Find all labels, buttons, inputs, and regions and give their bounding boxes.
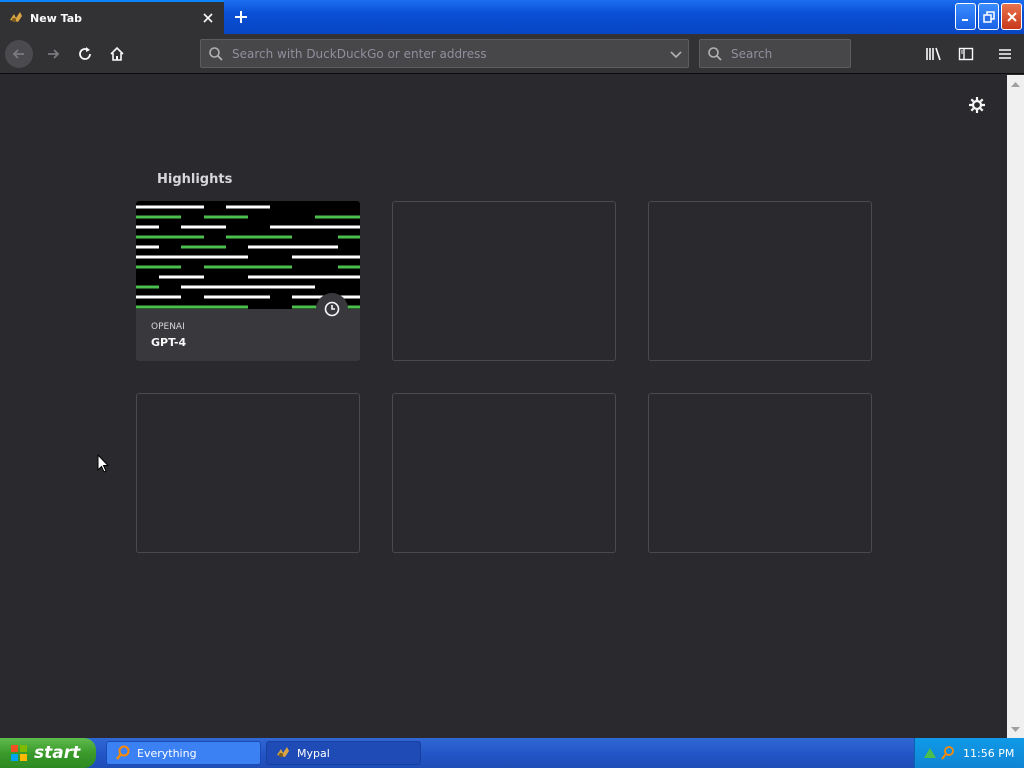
highlight-card[interactable]: OPENAI GPT-4 — [136, 201, 360, 361]
taskbar-item-mypal[interactable]: Mypal — [266, 741, 421, 765]
start-button[interactable]: start — [0, 738, 96, 768]
vertical-scrollbar[interactable] — [1007, 75, 1024, 738]
new-tab-button[interactable] — [228, 4, 254, 30]
minimize-icon — [961, 18, 968, 21]
sidebar-toggle-button[interactable] — [952, 40, 980, 68]
highlights-title: Highlights — [157, 172, 233, 187]
newtab-page: Highlights OPENAI GPT-4 — [0, 75, 1007, 738]
library-icon — [926, 47, 941, 61]
clock: 11:56 PM — [963, 746, 1015, 760]
home-icon — [110, 46, 124, 61]
forward-button[interactable] — [39, 40, 67, 68]
magnifier-icon — [115, 745, 131, 761]
window-controls — [955, 3, 1022, 30]
reload-icon — [79, 47, 91, 60]
restore-icon — [982, 10, 995, 23]
address-input[interactable] — [232, 46, 664, 61]
scroll-up-icon[interactable] — [1007, 75, 1024, 92]
clock-icon — [316, 293, 348, 325]
gear-icon[interactable] — [966, 94, 988, 116]
search-icon — [208, 46, 226, 62]
arrow-left-icon — [12, 49, 24, 59]
restore-button[interactable] — [978, 3, 999, 30]
navigation-toolbar — [0, 34, 1024, 74]
scroll-down-icon[interactable] — [1007, 721, 1024, 738]
empty-highlight-slot — [648, 393, 872, 553]
minimize-button[interactable] — [955, 3, 976, 30]
chevron-down-icon[interactable] — [664, 47, 688, 61]
taskbar-item-label: Mypal — [297, 746, 330, 760]
tab-title: New Tab — [30, 11, 83, 25]
address-bar[interactable] — [200, 39, 689, 68]
search-icon — [707, 46, 725, 62]
back-button[interactable] — [5, 40, 33, 68]
start-label: start — [34, 743, 81, 763]
sidebar-icon — [958, 47, 974, 61]
card-host: OPENAI — [151, 322, 185, 332]
mypal-icon — [8, 10, 24, 26]
empty-highlight-slot — [136, 393, 360, 553]
mypal-icon — [275, 745, 291, 761]
menu-button[interactable] — [991, 40, 1019, 68]
mouse-pointer-icon — [97, 453, 110, 478]
card-title: GPT-4 — [151, 336, 187, 349]
reload-button[interactable] — [71, 40, 99, 68]
plus-icon — [235, 11, 247, 23]
empty-highlight-slot — [648, 201, 872, 361]
system-tray: 11:56 PM — [914, 738, 1024, 768]
hamburger-icon — [999, 49, 1011, 59]
magnifier-icon[interactable] — [941, 746, 955, 760]
home-button[interactable] — [103, 40, 131, 68]
empty-highlight-slot — [392, 201, 616, 361]
tab-new-tab[interactable]: New Tab — [0, 0, 224, 34]
windows-logo-icon — [10, 744, 28, 762]
library-button[interactable] — [920, 40, 948, 68]
taskbar: start Everything Mypal 11:56 PM — [0, 738, 1024, 768]
close-tab-icon[interactable] — [198, 8, 218, 28]
close-icon — [1006, 11, 1017, 22]
search-bar[interactable] — [699, 39, 851, 68]
empty-highlight-slot — [392, 393, 616, 553]
arrow-right-icon — [48, 49, 60, 59]
title-bar: New Tab — [0, 0, 1024, 34]
search-input[interactable] — [731, 46, 850, 61]
close-window-button[interactable] — [1001, 3, 1022, 30]
taskbar-item-label: Everything — [137, 746, 197, 760]
network-icon[interactable] — [923, 746, 937, 760]
taskbar-item-everything[interactable]: Everything — [106, 741, 261, 765]
